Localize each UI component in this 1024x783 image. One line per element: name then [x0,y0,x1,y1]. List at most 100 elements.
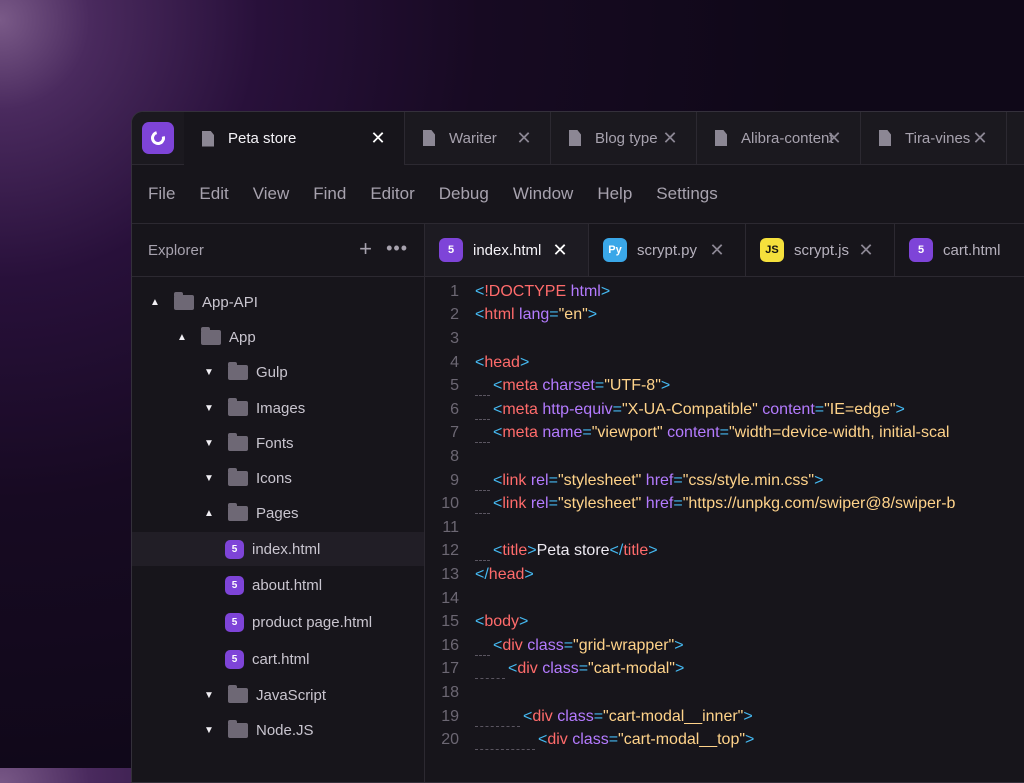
line-number: 12 [441,542,459,560]
code-line[interactable]: 15 <body> [425,610,528,634]
menu-bar: File Edit View Find Editor Debug Window Help Set… [132,165,1024,224]
tree-file[interactable]: 5 cart.html [132,642,424,676]
code-line[interactable]: 16 <div class="grid-wrapper"> [425,634,684,658]
document-icon [202,130,214,147]
app-logo-icon[interactable] [142,122,174,154]
menu-item-debug[interactable]: Debug [439,184,489,204]
tree-folder[interactable]: ▼ Fonts [132,426,424,460]
line-number: 17 [441,660,459,678]
code-line[interactable]: 3 [425,327,475,351]
file-tab-label: Wariter [449,129,497,147]
code-area[interactable]: 1 <!DOCTYPE html> 2 <html lang="en"> 3 4 <head… [425,283,1024,782]
caret-down-icon[interactable]: ▼ [202,403,216,414]
code-line[interactable]: 9 <link rel="stylesheet" href="css/style.… [425,469,823,493]
tree-item-label: about.html [252,576,323,594]
indent-guide [475,646,490,656]
editor-tab-1[interactable]: Py scrypt.py ✕ [589,224,746,276]
more-options-icon[interactable]: ••• [386,238,408,258]
tree-folder[interactable]: ▲ App-API [132,285,424,319]
menu-item-settings[interactable]: Settings [656,184,717,204]
close-icon[interactable]: ✕ [707,240,727,260]
code-text: <div class="cart-modal__top"> [538,731,755,749]
caret-down-icon[interactable]: ▼ [202,690,216,701]
caret-down-icon[interactable]: ▼ [202,725,216,736]
code-line[interactable]: 10 <link rel="stylesheet" href="https://u… [425,492,955,516]
caret-down-icon[interactable]: ▼ [202,438,216,449]
file-tab-3[interactable]: Alibra-content ✕ [697,112,861,164]
menu-item-editor[interactable]: Editor [370,184,414,204]
file-tab-0[interactable]: Peta store ✕ [184,112,405,165]
line-number: 4 [450,353,459,371]
code-line[interactable]: 13 </head> [425,563,534,587]
python-icon: Py [603,238,627,262]
menu-item-view[interactable]: View [253,184,290,204]
code-line[interactable]: 1 <!DOCTYPE html> [425,280,610,304]
close-icon[interactable]: ✕ [824,128,844,148]
caret-up-icon[interactable]: ▲ [202,508,216,519]
code-line[interactable]: 2 <html lang="en"> [425,304,597,328]
folder-icon [228,467,248,486]
tree-folder[interactable]: ▼ JavaScript [132,678,424,712]
tree-file[interactable]: 5 product page.html [132,605,424,639]
code-line[interactable]: 20 <div class="cart-modal__top"> [425,728,754,752]
caret-down-icon[interactable]: ▼ [202,367,216,378]
code-line[interactable]: 8 [425,445,475,469]
code-line[interactable]: 19 <div class="cart-modal__inner"> [425,705,753,729]
menu-item-find[interactable]: Find [313,184,346,204]
code-line[interactable]: 18 [425,681,475,705]
code-line[interactable]: 5 <meta charset="UTF-8"> [425,374,670,398]
close-icon[interactable]: ✕ [514,128,534,148]
close-icon[interactable]: ✕ [368,128,388,148]
line-number: 15 [441,613,459,631]
html5-icon: 5 [909,238,933,262]
close-icon[interactable]: ✕ [856,240,876,260]
close-icon[interactable]: ✕ [970,128,990,148]
add-file-icon[interactable]: + [359,238,372,260]
html5-icon: 5 [225,612,244,632]
code-text: <link rel="stylesheet" href="css/style.m… [493,471,824,489]
file-tab-bar: Peta store ✕ Wariter ✕ Blog type ✕ Alibra-cont… [132,112,1024,165]
file-tab-2[interactable]: Blog type ✕ [551,112,697,164]
editor-window: Peta store ✕ Wariter ✕ Blog type ✕ Alibra-cont… [131,111,1024,783]
code-line[interactable]: 12 <title>Peta store</title> [425,540,658,564]
line-number: 9 [450,471,459,489]
code-line[interactable]: 17 <div class="cart-modal"> [425,658,684,682]
tree-folder[interactable]: ▲ App [132,320,424,354]
tree-folder[interactable]: ▼ Images [132,391,424,425]
tree-file[interactable]: 5 index.html [132,532,424,566]
indent-guide [475,740,535,751]
editor-tab-0[interactable]: 5 index.html ✕ [425,224,589,276]
close-icon[interactable]: ✕ [660,128,680,148]
indent-guide [475,386,490,397]
html5-icon: 5 [225,539,244,559]
menu-item-file[interactable]: File [148,184,175,204]
code-line[interactable]: 4 <head> [425,351,529,375]
file-tab-1[interactable]: Wariter ✕ [405,112,551,164]
menu-item-window[interactable]: Window [513,184,573,204]
code-line[interactable]: 6 <meta http-equiv="X-UA-Compatible" cont… [425,398,905,422]
menu-item-edit[interactable]: Edit [199,184,228,204]
code-line[interactable]: 7 <meta name="viewport" content="width=de… [425,422,949,446]
editor-tab-2[interactable]: JS scrypt.js ✕ [746,224,895,276]
code-line[interactable]: 14 [425,587,475,611]
indent-guide [475,433,490,444]
file-tab-4[interactable]: Tira-vines ✕ [861,112,1007,164]
code-text: </head> [475,565,534,583]
caret-down-icon[interactable]: ▼ [202,473,216,484]
editor-tab-3[interactable]: 5 cart.html [895,224,1024,276]
caret-up-icon[interactable]: ▲ [175,332,189,343]
tree-folder[interactable]: ▼ Gulp [132,355,424,389]
line-number: 18 [441,683,459,701]
close-icon[interactable]: ✕ [550,240,570,260]
tree-folder[interactable]: ▼ Icons [132,461,424,495]
tree-file[interactable]: 5 about.html [132,568,424,602]
menu-item-help[interactable]: Help [597,184,632,204]
code-editor: 5 index.html ✕ Py scrypt.py ✕ JS scrypt.js ✕ 5 car… [425,224,1024,782]
folder-icon [228,719,248,738]
tree-folder[interactable]: ▼ Node.JS [132,713,424,747]
code-text: <meta charset="UTF-8"> [493,377,671,395]
indent-guide [475,481,490,491]
tree-folder[interactable]: ▲ Pages [132,496,424,530]
caret-up-icon[interactable]: ▲ [148,297,162,308]
code-line[interactable]: 11 [425,516,475,540]
